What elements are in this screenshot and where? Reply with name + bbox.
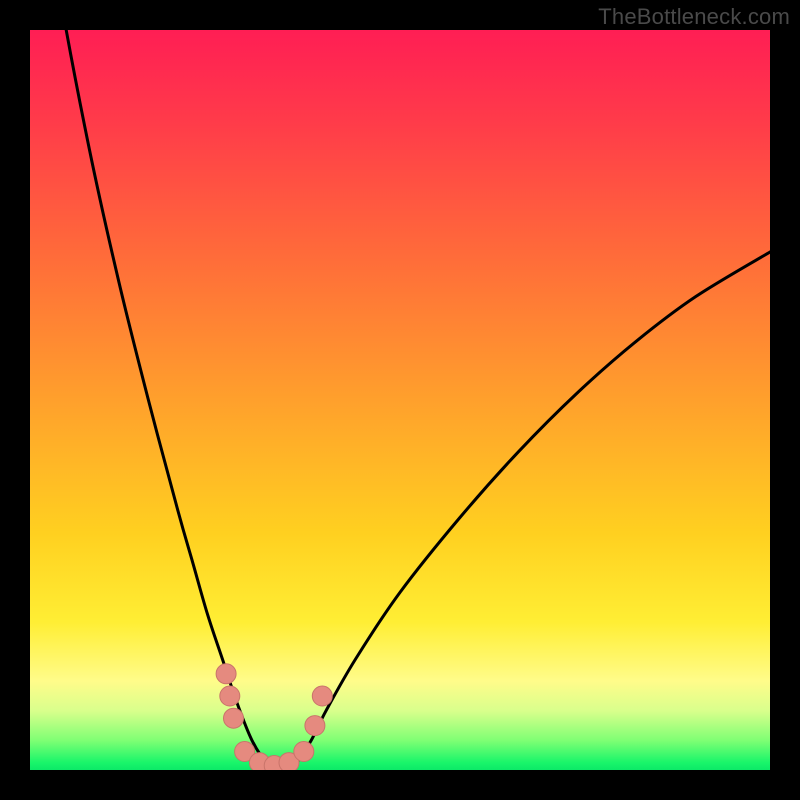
data-points [216,664,332,770]
outer-frame: TheBottleneck.com [0,0,800,800]
dots-layer [30,30,770,770]
data-point [305,716,325,736]
data-point [294,742,314,762]
watermark-text: TheBottleneck.com [598,4,790,30]
data-point [312,686,332,706]
plot-area [30,30,770,770]
data-point [220,686,240,706]
data-point [224,708,244,728]
data-point [216,664,236,684]
